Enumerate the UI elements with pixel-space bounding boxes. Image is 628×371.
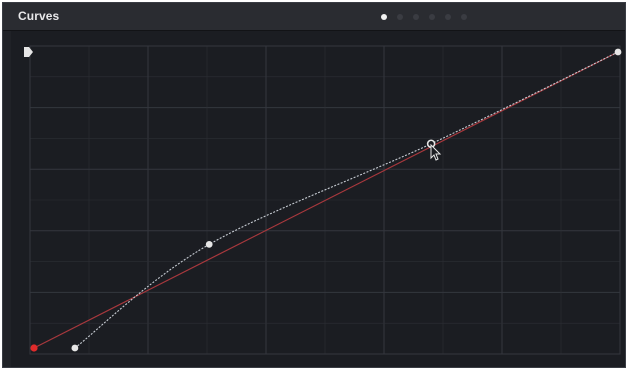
channel-marker-icon[interactable] — [24, 47, 33, 57]
curve-control-point-2[interactable] — [205, 241, 213, 248]
curve-control-point-4[interactable] — [614, 48, 622, 56]
mouse-cursor-icon — [430, 143, 442, 161]
curve-control-point-1[interactable] — [71, 344, 79, 352]
black-level-point[interactable] — [30, 344, 38, 352]
curve-editor[interactable] — [0, 0, 628, 371]
